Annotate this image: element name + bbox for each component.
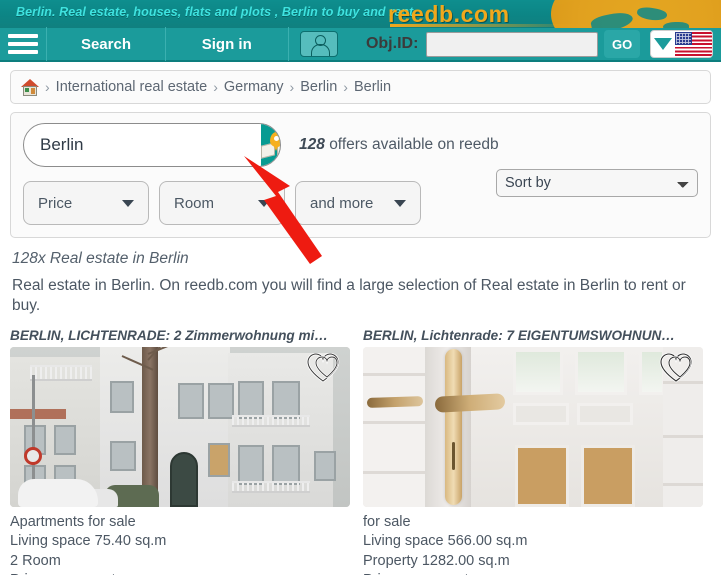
breadcrumb-separator: › <box>213 79 218 95</box>
nav-search-button[interactable]: Search <box>47 27 166 61</box>
search-input[interactable] <box>24 124 261 166</box>
banner-tagline: Berlin. Real estate, houses, flats and p… <box>16 5 414 19</box>
filter-more[interactable]: and more <box>295 181 421 225</box>
site-banner: Berlin. Real estate, houses, flats and p… <box>0 0 721 28</box>
listing-detail-line: Apartments for sale <box>10 513 136 530</box>
filter-price-label: Price <box>38 194 73 212</box>
filter-more-label: and more <box>310 194 374 212</box>
search-panel: 128 offers available on reedb Price Room… <box>10 112 711 238</box>
listing-photo[interactable] <box>363 346 703 507</box>
listing-detail-line: for sale <box>363 513 411 530</box>
listing-card[interactable]: BERLIN, Lichtenrade: 7 EIGENTUMSWOHNUN… <box>363 328 708 575</box>
offers-count-number: 128 <box>299 136 325 153</box>
breadcrumb: › International real estate › Germany › … <box>10 70 711 104</box>
listing-title[interactable]: BERLIN, Lichtenrade: 7 EIGENTUMSWOHNUN… <box>363 328 708 343</box>
chevron-down-icon <box>651 38 675 50</box>
account-button[interactable] <box>289 27 350 61</box>
heart-favorite-icon[interactable] <box>306 352 340 383</box>
listing-detail-line: Property 1282.00 sq.m <box>363 552 510 569</box>
page-root: Berlin. Real estate, houses, flats and p… <box>0 0 721 575</box>
breadcrumb-item-international[interactable]: International real estate <box>56 79 208 95</box>
listing-detail-line: Living space 75.40 sq.m <box>10 533 167 550</box>
breadcrumb-separator: › <box>343 79 348 95</box>
site-logo[interactable]: reedb.com <box>360 0 721 28</box>
main-navbar: Search Sign in Obj.ID: GO <box>0 27 721 62</box>
hamburger-menu-icon[interactable] <box>0 27 48 61</box>
offers-count-text: 128 offers available on reedb <box>299 136 499 154</box>
breadcrumb-separator: › <box>45 79 50 95</box>
filter-room[interactable]: Room <box>159 181 285 225</box>
listing-detail-line: Price on request <box>363 571 708 575</box>
heart-favorite-icon[interactable] <box>659 352 693 383</box>
listing-details: Apartments for sale Living space 75.40 s… <box>10 513 355 575</box>
chevron-down-icon <box>122 199 134 207</box>
nav-signin-button[interactable]: Sign in <box>166 27 289 61</box>
listing-grid: BERLIN, LICHTENRADE: 2 Zimmerwohnung mi… <box>0 328 721 575</box>
logo-text: reedb.com <box>388 1 510 27</box>
listing-detail-line: Price on request <box>10 571 355 575</box>
breadcrumb-item-germany[interactable]: Germany <box>224 79 284 95</box>
sort-by-select[interactable]: Sort by <box>496 169 698 197</box>
page-title: 128x Real estate in Berlin <box>12 250 189 267</box>
map-pin-icon <box>261 132 280 159</box>
home-icon[interactable] <box>21 78 39 96</box>
search-field <box>23 123 281 167</box>
objid-input[interactable] <box>426 31 599 57</box>
breadcrumb-item-berlin-state[interactable]: Berlin <box>300 79 337 95</box>
page-description: Real estate in Berlin. On reedb.com you … <box>12 277 686 314</box>
offers-count-label: offers available on reedb <box>329 136 499 153</box>
objid-label: Obj.ID: <box>365 35 419 52</box>
chevron-down-icon <box>258 199 270 207</box>
breadcrumb-separator: › <box>289 79 295 95</box>
listing-details: for sale Living space 566.00 sq.m Proper… <box>363 513 708 575</box>
page-content: › International real estate › Germany › … <box>0 70 721 575</box>
listing-detail-line: 2 Room <box>10 552 61 569</box>
chevron-down-icon <box>394 199 406 207</box>
go-button[interactable]: GO <box>604 30 640 58</box>
search-row: 128 offers available on reedb <box>23 123 698 167</box>
filter-price[interactable]: Price <box>23 181 149 225</box>
filter-room-label: Room <box>174 194 215 212</box>
map-search-button[interactable] <box>261 124 280 166</box>
listing-photo[interactable] <box>10 346 350 507</box>
listing-title[interactable]: BERLIN, LICHTENRADE: 2 Zimmerwohnung mi… <box>10 328 355 343</box>
us-flag-icon <box>674 32 712 56</box>
listing-card[interactable]: BERLIN, LICHTENRADE: 2 Zimmerwohnung mi… <box>10 328 355 575</box>
breadcrumb-item-berlin-city[interactable]: Berlin <box>354 79 391 95</box>
user-account-icon <box>300 31 339 57</box>
language-selector[interactable] <box>649 30 713 58</box>
listing-detail-line: Living space 566.00 sq.m <box>363 533 528 550</box>
